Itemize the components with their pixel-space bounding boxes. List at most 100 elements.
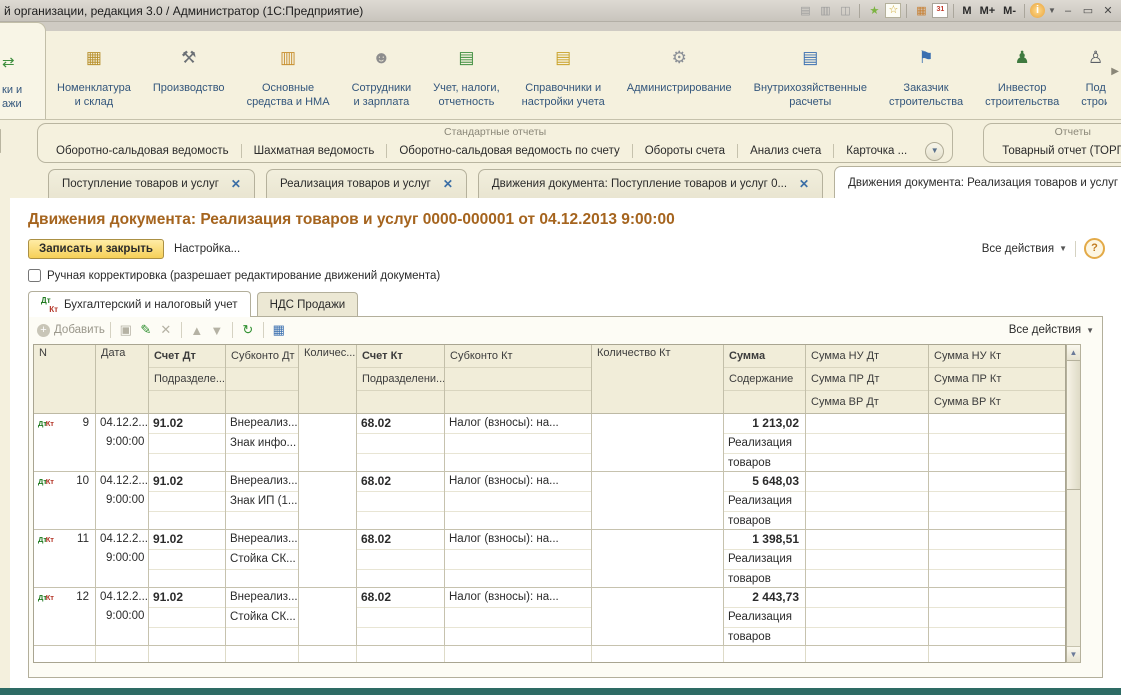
report-item[interactable]: Анализ счета <box>738 145 833 157</box>
column-header-account_dt[interactable]: Счет ДтПодразделе... <box>149 345 226 413</box>
print-icon[interactable]: ▥ <box>816 3 834 19</box>
save-icon[interactable]: ▤ <box>796 3 814 19</box>
close-icon[interactable]: ✕ <box>231 177 241 191</box>
podryadchik-stroitelstva-icon: ♙ <box>1088 45 1103 73</box>
column-header-account_kt[interactable]: Счет КтПодразделени... <box>357 345 445 413</box>
column-header-amount_nu_kt[interactable]: Сумма НУ КтСумма ПР КтСумма ВР Кт <box>929 345 1065 413</box>
column-header-qty_kt[interactable]: Количество Кт <box>592 345 724 413</box>
report-group-dropdown-button[interactable]: ▼ <box>925 142 944 161</box>
tab-accounting[interactable]: Дт Кт Бухгалтерский и налоговый учет <box>28 291 251 317</box>
table-all-actions-button[interactable]: Все действия ▼ <box>1009 324 1094 336</box>
report-item[interactable]: Оборотно-сальдовая ведомость <box>44 145 241 157</box>
close-button[interactable]: ✕ <box>1099 3 1117 19</box>
panel-scroll-left-nub[interactable] <box>0 129 1 153</box>
settings-link[interactable]: Настройка... <box>174 243 240 255</box>
manual-correction-checkbox[interactable] <box>28 269 41 282</box>
ribbon-section-zakazchik-stroitelstva[interactable]: ⚑Заказчикстроительства <box>878 31 974 119</box>
minimize-button[interactable]: – <box>1059 3 1077 19</box>
favorites-go-icon[interactable]: ★ <box>865 3 883 19</box>
empty-line <box>357 512 444 529</box>
divider <box>263 322 264 338</box>
column-header-amount_nu_dt[interactable]: Сумма НУ ДтСумма ПР ДтСумма ВР Дт <box>806 345 929 413</box>
header-line: N <box>34 345 95 413</box>
table-row-11[interactable]: ДтКт1104.12.2...9:00:0091.02Внереализ...… <box>34 530 1065 588</box>
memory-mplus-button[interactable]: M+ <box>977 3 999 19</box>
kt-label: Кт <box>46 414 54 433</box>
add-button[interactable]: + Добавить <box>37 324 105 337</box>
report-item[interactable]: Оборотно-сальдовая ведомость по счету <box>387 145 631 157</box>
close-icon[interactable]: ✕ <box>443 177 453 191</box>
maximize-button[interactable]: ▭ <box>1079 3 1097 19</box>
report-item[interactable]: Шахматная ведомость <box>242 145 387 157</box>
calculator-icon[interactable]: ▦ <box>912 3 930 19</box>
content-line-1: Реализация <box>724 434 805 454</box>
cell-qty-dt <box>299 530 357 587</box>
ribbon-section-vnutrihozyaystvennye-raschety[interactable]: ▤Внутрихозяйственныерасчеты <box>743 31 878 119</box>
scrollbar-thumb[interactable] <box>1067 360 1080 490</box>
save-and-close-button[interactable]: Записать и закрыть <box>28 239 164 259</box>
close-icon[interactable]: ✕ <box>799 177 809 191</box>
column-header-subconto_dt[interactable]: Субконто Дт <box>226 345 299 413</box>
chevron-down-icon[interactable]: ▼ <box>1047 3 1057 19</box>
ribbon-section-label-line: Номенклатура <box>57 81 131 95</box>
ribbon-section-proizvodstvo[interactable]: ⚒Производство <box>142 31 236 119</box>
ribbon-section-investor-stroitelstva[interactable]: ♟Инвесторстроительства <box>974 31 1070 119</box>
memory-m-button[interactable]: M <box>959 3 974 19</box>
ribbon-section-label-line: средства и НМА <box>247 95 330 109</box>
column-header-amount[interactable]: СуммаСодержание <box>724 345 806 413</box>
refresh-icon[interactable]: ↻ <box>238 322 258 338</box>
document-tab-1[interactable]: Реализация товаров и услуг✕ <box>266 169 467 198</box>
empty-line <box>929 472 1065 492</box>
subconto-dt-2: Стойка СК... <box>226 608 298 628</box>
scroll-up-icon[interactable]: ▲ <box>1067 345 1080 361</box>
ribbon-section-podryadchik-stroitelstva[interactable]: ♙Подстрои <box>1070 31 1107 119</box>
empty-line <box>806 550 928 570</box>
edit-pencil-icon[interactable]: ✎ <box>136 322 156 338</box>
tab-nds-sales[interactable]: НДС Продажи <box>257 292 359 316</box>
info-icon[interactable]: i <box>1030 3 1045 18</box>
ribbon-section-label-line: ажи <box>2 97 22 111</box>
ribbon-section-spravochniki-nastroyki[interactable]: ▤Справочники инастройки учета <box>511 31 616 119</box>
calendar-icon[interactable]: 31 <box>932 3 948 18</box>
print-preview-icon[interactable]: ◫ <box>836 3 854 19</box>
ribbon-section-osnovnye-sredstva-nma[interactable]: ▥Основныесредства и НМА <box>236 31 341 119</box>
ribbon-scroll-right-icon[interactable]: ▶ <box>1111 66 1119 77</box>
cell-amount_nu_kt <box>929 472 1065 529</box>
table-row-10[interactable]: ДтКт1004.12.2...9:00:0091.02Внереализ...… <box>34 472 1065 530</box>
table-row-9[interactable]: ДтКт904.12.2...9:00:0091.02Внереализ...З… <box>34 414 1065 472</box>
account-kt-value: 68.02 <box>357 414 444 434</box>
ribbon-section-nomenklatura-sklad[interactable]: ▦Номенклатураи склад <box>46 31 142 119</box>
add-favorite-icon[interactable]: ☆ <box>885 3 901 18</box>
scroll-down-icon[interactable]: ▼ <box>1067 646 1080 662</box>
table-row-12[interactable]: ДтКт1204.12.2...9:00:0091.02Внереализ...… <box>34 588 1065 646</box>
report-item[interactable]: Товарный отчет (ТОРГ-29) <box>990 145 1121 157</box>
column-header-qty_dt[interactable]: Количес... <box>299 345 357 413</box>
ribbon-section-administrirovanie[interactable]: ⚙Администрирование <box>616 31 743 119</box>
help-button[interactable]: ? <box>1084 238 1105 259</box>
ribbon-section-sotrudniki-zarplata[interactable]: ☻Сотрудникии зарплата <box>341 31 423 119</box>
amount-value: 1 398,51 <box>724 530 805 550</box>
column-header-n[interactable]: N <box>34 345 96 413</box>
ribbon-section-label: Заказчикстроительства <box>889 81 963 109</box>
document-tab-2[interactable]: Движения документа: Поступление товаров … <box>478 169 823 198</box>
ribbon-section-pokupki-prodazhi[interactable]: ⇄ ки и ажи <box>0 22 46 119</box>
ribbon-section-uchet-nalogi-otchetnost[interactable]: ▤Учет, налоги,отчетность <box>422 31 510 119</box>
ribbon-sections: ▦Номенклатураи склад⚒Производство▥Основн… <box>46 31 1107 119</box>
document-tab-label: Движения документа: Поступление товаров … <box>492 178 787 190</box>
cell-n-line: ДтКт10 <box>34 472 95 491</box>
table-scrollbar[interactable]: ▲ ▼ <box>1066 344 1081 663</box>
document-tab-0[interactable]: Поступление товаров и услуг✕ <box>48 169 255 198</box>
column-header-subconto_kt[interactable]: Субконто Кт <box>445 345 592 413</box>
header-line: Счет Кт <box>357 345 444 368</box>
column-header-date[interactable]: Дата <box>96 345 149 413</box>
empty-line <box>445 550 591 570</box>
memory-mminus-button[interactable]: M- <box>1000 3 1019 19</box>
date-value: 04.12.2... <box>96 530 148 549</box>
report-item[interactable]: Карточка ... <box>834 145 919 157</box>
open-form-icon[interactable]: ▦ <box>269 322 289 338</box>
header-line <box>445 368 591 391</box>
document-tab-3[interactable]: Движения документа: Реализация товаров и… <box>834 166 1121 198</box>
cell-amount: 1 213,02Реализациятоваров <box>724 414 806 471</box>
report-item[interactable]: Обороты счета <box>633 145 737 157</box>
all-actions-button[interactable]: Все действия ▼ <box>982 243 1067 255</box>
